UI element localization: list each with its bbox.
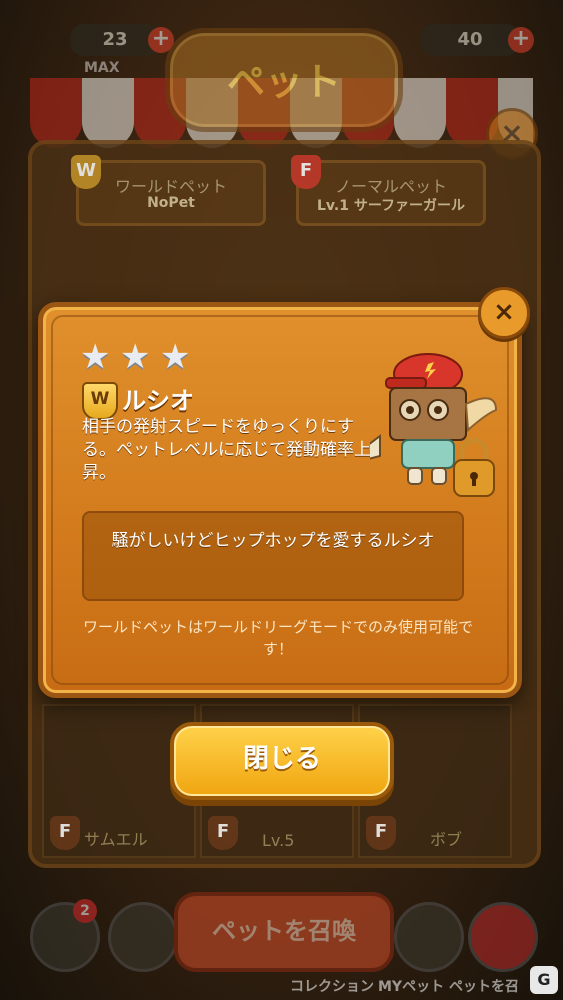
star-rating: ★ ★ ★ xyxy=(80,340,200,374)
shop-sign: ペット xyxy=(165,28,403,132)
right-counter: 40 xyxy=(420,24,520,56)
world-slot-label: ワールドペット xyxy=(114,177,227,196)
my-pet-button[interactable] xyxy=(468,902,538,972)
pet-name: ルシオ xyxy=(122,387,194,415)
world-pet-badge-icon: W xyxy=(82,382,118,420)
pet-rarity-icon: F xyxy=(366,816,396,850)
gift-button[interactable]: 2 xyxy=(30,899,100,972)
left-counter: 23 xyxy=(70,24,160,56)
star-icon: ★ xyxy=(160,337,191,377)
world-slot-value: NoPet xyxy=(147,195,195,211)
normal-slot-value: Lv.1 サーファーガール xyxy=(317,198,465,214)
watermark-logo: G xyxy=(530,966,558,994)
dialog-close-button[interactable]: × xyxy=(478,287,530,339)
close-button[interactable]: 閉じる xyxy=(170,722,394,800)
pet-label: ボブ xyxy=(430,830,463,849)
world-pet-note: ワールドペットはワールドリーグモードでのみ使用可能です！ xyxy=(82,618,473,658)
pet-rarity-icon: F xyxy=(50,816,80,850)
collection-label: コレクション xyxy=(290,979,374,995)
gift-badge: 2 xyxy=(73,899,97,923)
pet-character-image xyxy=(370,353,498,497)
normal-slot-label: ノーマルペット xyxy=(334,177,447,196)
pet-label: サムエル xyxy=(84,830,148,849)
page-title: ペット xyxy=(226,60,341,104)
help-button[interactable] xyxy=(394,902,464,972)
left-count: 23 xyxy=(102,29,128,50)
pet-quote: 騒がしいけどヒップホップを愛するルシオ xyxy=(111,531,435,551)
pet-rarity-icon: F xyxy=(208,816,238,850)
bottom-bar: 2 ペットを召喚 コレクション MYペット ペットを召 xyxy=(0,880,563,1000)
max-label: MAX xyxy=(84,60,120,76)
close-icon: × xyxy=(493,297,515,327)
summon-pet-button[interactable]: ペットを召喚 xyxy=(174,892,394,972)
pet-quote-box: 騒がしいけどヒップホップを愛するルシオ xyxy=(82,511,464,601)
my-pet-label: MYペット ペットを召 xyxy=(378,979,519,995)
add-right-icon[interactable]: + xyxy=(508,27,534,53)
pet-description: 相手の発射スピードをゆっくりにする。ペットレベルに応じて発動確率上昇。 xyxy=(82,417,371,483)
right-count: 40 xyxy=(457,29,483,50)
normal-pet-slot[interactable]: F ノーマルペット Lv.1 サーファーガール xyxy=(291,155,486,226)
star-icon: ★ xyxy=(120,337,151,377)
settings-gear-icon[interactable] xyxy=(108,902,178,972)
pet-label: Lv.5 xyxy=(262,831,295,850)
star-icon: ★ xyxy=(80,337,111,377)
world-pet-slot[interactable]: W ワールドペット NoPet xyxy=(71,155,266,226)
